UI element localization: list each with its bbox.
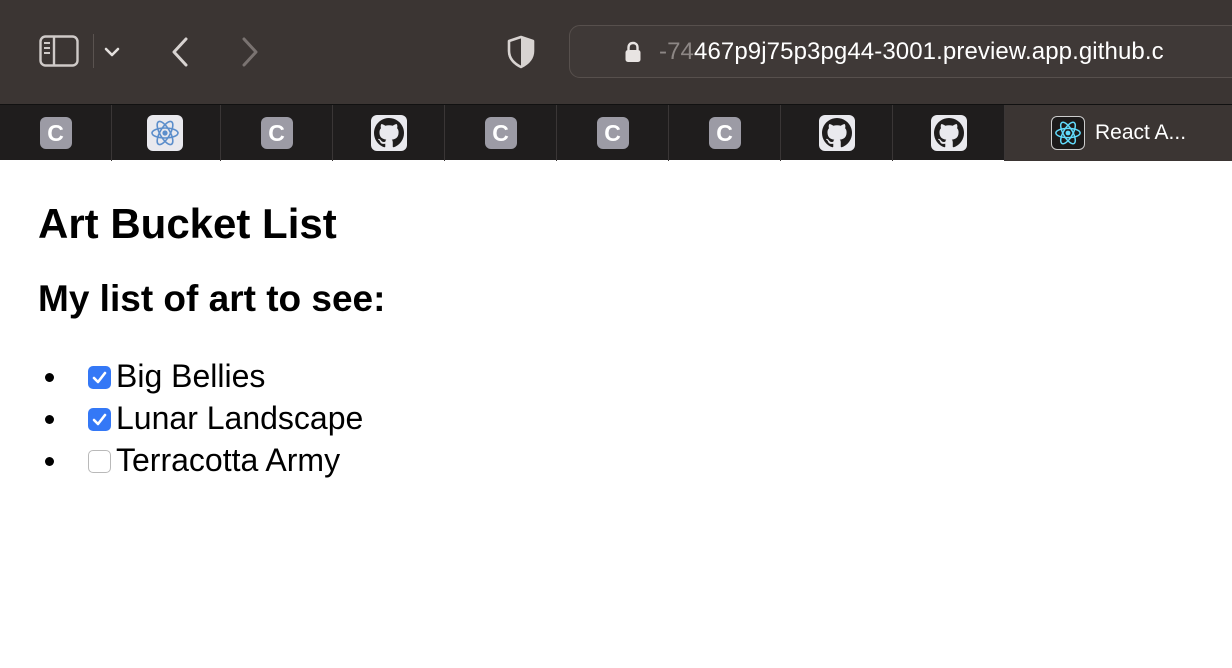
tab-6[interactable]: C — [557, 105, 669, 161]
checkmark-icon — [92, 371, 107, 384]
url-faded-part: -74 — [659, 38, 694, 65]
shield-icon[interactable] — [505, 34, 537, 70]
tab-5[interactable]: C — [445, 105, 557, 161]
tab-4[interactable] — [333, 105, 445, 161]
checkbox-lunar-landscape[interactable] — [88, 408, 111, 431]
url-text: -74467p9j75p3pg44-3001.preview.app.githu… — [659, 38, 1164, 66]
chevron-down-icon[interactable] — [100, 40, 124, 64]
c-letter-icon: C — [708, 117, 741, 149]
bullet — [45, 457, 54, 466]
github-icon — [930, 115, 967, 151]
forward-arrow-icon[interactable] — [236, 34, 264, 70]
github-icon — [370, 115, 407, 151]
react-icon — [1051, 116, 1085, 150]
tab-3[interactable]: C — [221, 105, 333, 161]
active-tab-label: React A... — [1095, 121, 1187, 144]
tab-7[interactable]: C — [669, 105, 781, 161]
page-subtitle: My list of art to see: — [38, 278, 386, 319]
c-letter-icon: C — [596, 117, 629, 149]
bullet — [45, 373, 54, 382]
address-bar[interactable]: -74467p9j75p3pg44-3001.preview.app.githu… — [569, 25, 1232, 78]
tab-2[interactable] — [109, 105, 221, 161]
tab-active[interactable]: React A... — [1005, 105, 1232, 161]
sidebar-toggle-icon[interactable] — [38, 34, 80, 68]
tab-strip: C C C C C React A... — [0, 104, 1232, 161]
c-letter-icon: C — [260, 117, 293, 149]
url-main-part: 467p9j75p3pg44-3001.preview.app.github.c — [694, 38, 1164, 65]
item-label: Big Bellies — [116, 358, 266, 394]
bullet — [45, 415, 54, 424]
back-arrow-icon[interactable] — [166, 34, 194, 70]
checkbox-big-bellies[interactable] — [88, 366, 111, 389]
github-icon — [818, 115, 855, 151]
checkmark-icon — [92, 413, 107, 426]
toolbar-divider — [93, 34, 94, 68]
tab-9[interactable] — [893, 105, 1005, 161]
page-title: Art Bucket List — [38, 200, 337, 247]
item-label: Terracotta Army — [116, 442, 341, 478]
react-icon — [146, 115, 183, 151]
item-label: Lunar Landscape — [116, 400, 364, 436]
checkbox-terracotta-army[interactable] — [88, 450, 111, 473]
c-letter-icon: C — [484, 117, 517, 149]
tab-1[interactable]: C — [0, 105, 112, 161]
tab-8[interactable] — [781, 105, 893, 161]
c-letter-icon: C — [39, 117, 72, 149]
browser-toolbar: -74467p9j75p3pg44-3001.preview.app.githu… — [0, 0, 1232, 104]
lock-icon — [623, 41, 643, 63]
